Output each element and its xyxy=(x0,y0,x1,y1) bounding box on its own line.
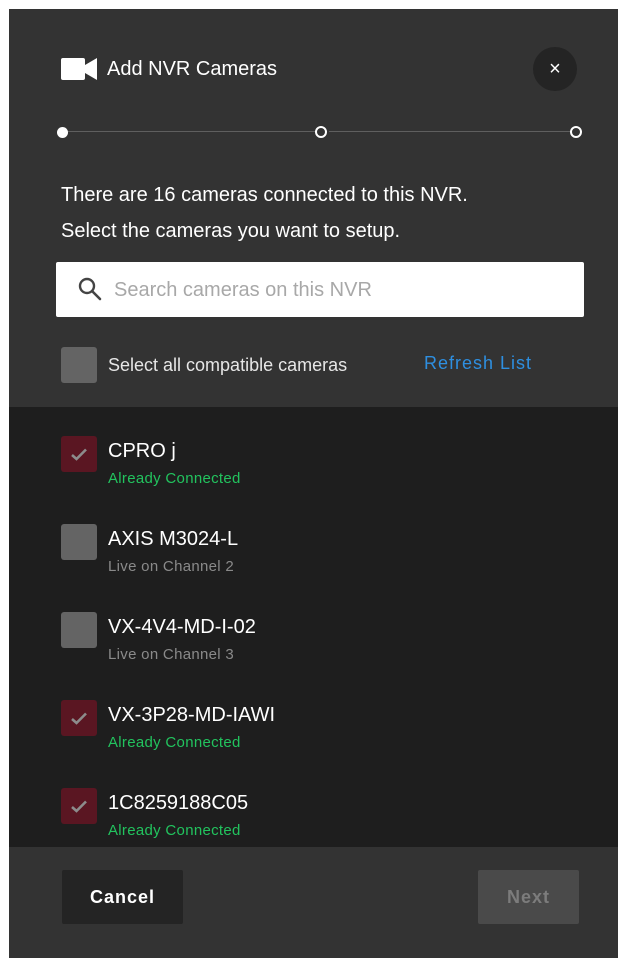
camera-checkbox[interactable] xyxy=(61,700,97,736)
search-box xyxy=(56,262,584,317)
instructions-line: Select the cameras you want to setup. xyxy=(61,220,401,242)
step-1-dot xyxy=(57,126,68,138)
camera-status: Live on Channel 3 xyxy=(108,646,235,663)
camera-list[interactable]: CPRO j Already Connected AXIS M3024-L Li… xyxy=(9,407,618,847)
camera-name: CPRO j xyxy=(108,440,176,462)
search-icon xyxy=(78,277,102,301)
checkmark-icon xyxy=(71,800,87,813)
refresh-list-link[interactable]: Refresh List xyxy=(424,353,532,374)
stepper-line xyxy=(67,131,317,132)
camera-status: Live on Channel 2 xyxy=(108,558,235,575)
camera-status: Already Connected xyxy=(108,470,241,487)
dialog-footer: Cancel Next xyxy=(9,847,618,958)
camera-checkbox[interactable] xyxy=(61,524,97,560)
step-2-dot xyxy=(315,126,327,138)
camera-name: VX-4V4-MD-I-02 xyxy=(108,616,256,638)
close-button[interactable]: × xyxy=(533,47,577,91)
select-all-label[interactable]: Select all compatible cameras xyxy=(108,355,347,376)
video-camera-icon xyxy=(61,58,97,80)
instructions-text: There are 16 cameras connected to this N… xyxy=(61,177,581,249)
dialog-header: Add NVR Cameras xyxy=(9,51,618,91)
camera-name: 1C8259188C05 xyxy=(108,792,249,814)
camera-status: Already Connected xyxy=(108,734,241,751)
camera-list-item[interactable]: AXIS M3024-L Live on Channel 2 xyxy=(61,524,581,584)
camera-checkbox[interactable] xyxy=(61,788,97,824)
next-button[interactable]: Next xyxy=(478,870,579,924)
progress-stepper xyxy=(57,125,582,139)
camera-list-item[interactable]: 1C8259188C05 Already Connected xyxy=(61,788,581,847)
camera-name: VX-3P28-MD-IAWI xyxy=(108,704,276,726)
camera-checkbox[interactable] xyxy=(61,612,97,648)
dialog-title: Add NVR Cameras xyxy=(107,58,278,80)
checkmark-icon xyxy=(71,712,87,725)
camera-status: Already Connected xyxy=(108,822,241,839)
camera-list-item[interactable]: VX-4V4-MD-I-02 Live on Channel 3 xyxy=(61,612,581,672)
camera-checkbox[interactable] xyxy=(61,436,97,472)
select-all-checkbox[interactable] xyxy=(61,347,97,383)
select-all-row: Select all compatible cameras Refresh Li… xyxy=(61,347,581,383)
camera-list-item[interactable]: VX-3P28-MD-IAWI Already Connected xyxy=(61,700,581,760)
search-input[interactable] xyxy=(112,274,571,306)
camera-name: AXIS M3024-L xyxy=(108,528,239,550)
step-3-dot xyxy=(570,126,582,138)
instructions-line: There are 16 cameras connected to this N… xyxy=(61,184,468,206)
stepper-line xyxy=(329,131,571,132)
cancel-button[interactable]: Cancel xyxy=(62,870,183,924)
checkmark-icon xyxy=(71,448,87,461)
add-nvr-cameras-dialog: Add NVR Cameras × There are 16 cameras c… xyxy=(9,9,618,958)
camera-list-item[interactable]: CPRO j Already Connected xyxy=(61,436,581,496)
